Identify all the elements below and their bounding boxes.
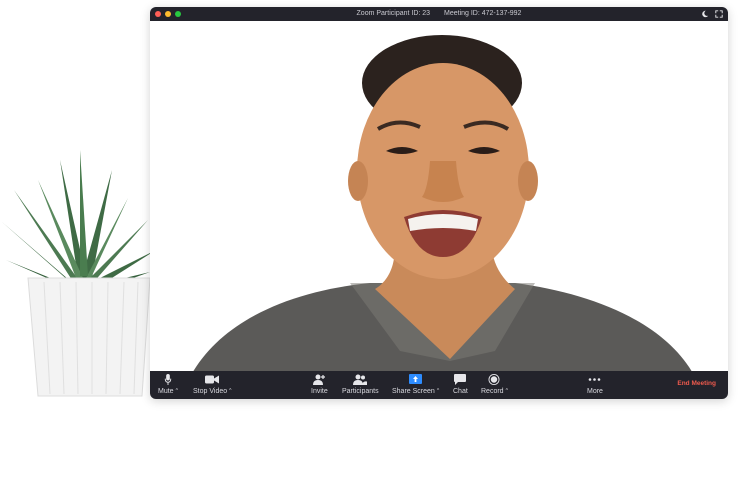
chat-label: Chat <box>453 388 468 395</box>
invite-button[interactable]: Invite <box>311 374 328 395</box>
end-meeting-button[interactable]: End Meeting <box>677 380 716 387</box>
participant-video-image <box>193 35 692 371</box>
meeting-id-text: Meeting ID: 472-137-992 <box>444 10 522 17</box>
share-screen-label: Share Screen <box>392 388 435 395</box>
video-camera-icon <box>205 375 220 384</box>
title-bar: Zoom Participant ID: 23 Meeting ID: 472-… <box>150 7 728 21</box>
fullscreen-icon[interactable] <box>714 9 724 19</box>
stop-video-button[interactable]: Stop Video ^ <box>193 374 231 395</box>
share-screen-icon <box>409 374 423 384</box>
invite-label: Invite <box>311 388 328 395</box>
record-button[interactable]: Record ^ <box>481 374 508 395</box>
more-button[interactable]: More <box>587 374 603 395</box>
microphone-icon <box>164 374 172 385</box>
chevron-up-icon[interactable]: ^ <box>506 388 508 394</box>
mute-button[interactable]: Mute ^ <box>158 374 178 395</box>
chat-button[interactable]: Chat <box>453 374 468 395</box>
share-screen-button[interactable]: Share Screen ^ <box>392 374 439 395</box>
more-label: More <box>587 388 603 395</box>
participants-label: Participants <box>342 388 379 395</box>
chevron-up-icon[interactable]: ^ <box>176 388 178 394</box>
stop-video-label: Stop Video <box>193 388 228 395</box>
participants-button[interactable]: Participants <box>342 374 379 395</box>
add-person-icon <box>312 374 325 385</box>
more-dots-icon <box>589 378 601 381</box>
potted-plant-image <box>2 150 156 397</box>
meeting-toolbar: Mute ^ Stop Video ^ Invite Participants Sh… <box>150 371 728 399</box>
video-feed <box>150 21 728 371</box>
chevron-up-icon[interactable]: ^ <box>437 388 439 394</box>
chevron-up-icon[interactable]: ^ <box>229 388 231 394</box>
window-title: Zoom Participant ID: 23 Meeting ID: 472-… <box>150 10 728 17</box>
mute-label: Mute <box>158 388 174 395</box>
participant-id-text: Zoom Participant ID: 23 <box>356 10 431 17</box>
record-label: Record <box>481 388 504 395</box>
record-icon <box>488 374 500 385</box>
chat-bubble-icon <box>454 374 467 385</box>
zoom-meeting-window: Zoom Participant ID: 23 Meeting ID: 472-… <box>150 7 728 399</box>
moon-icon[interactable] <box>700 9 710 19</box>
participants-icon <box>353 374 368 385</box>
